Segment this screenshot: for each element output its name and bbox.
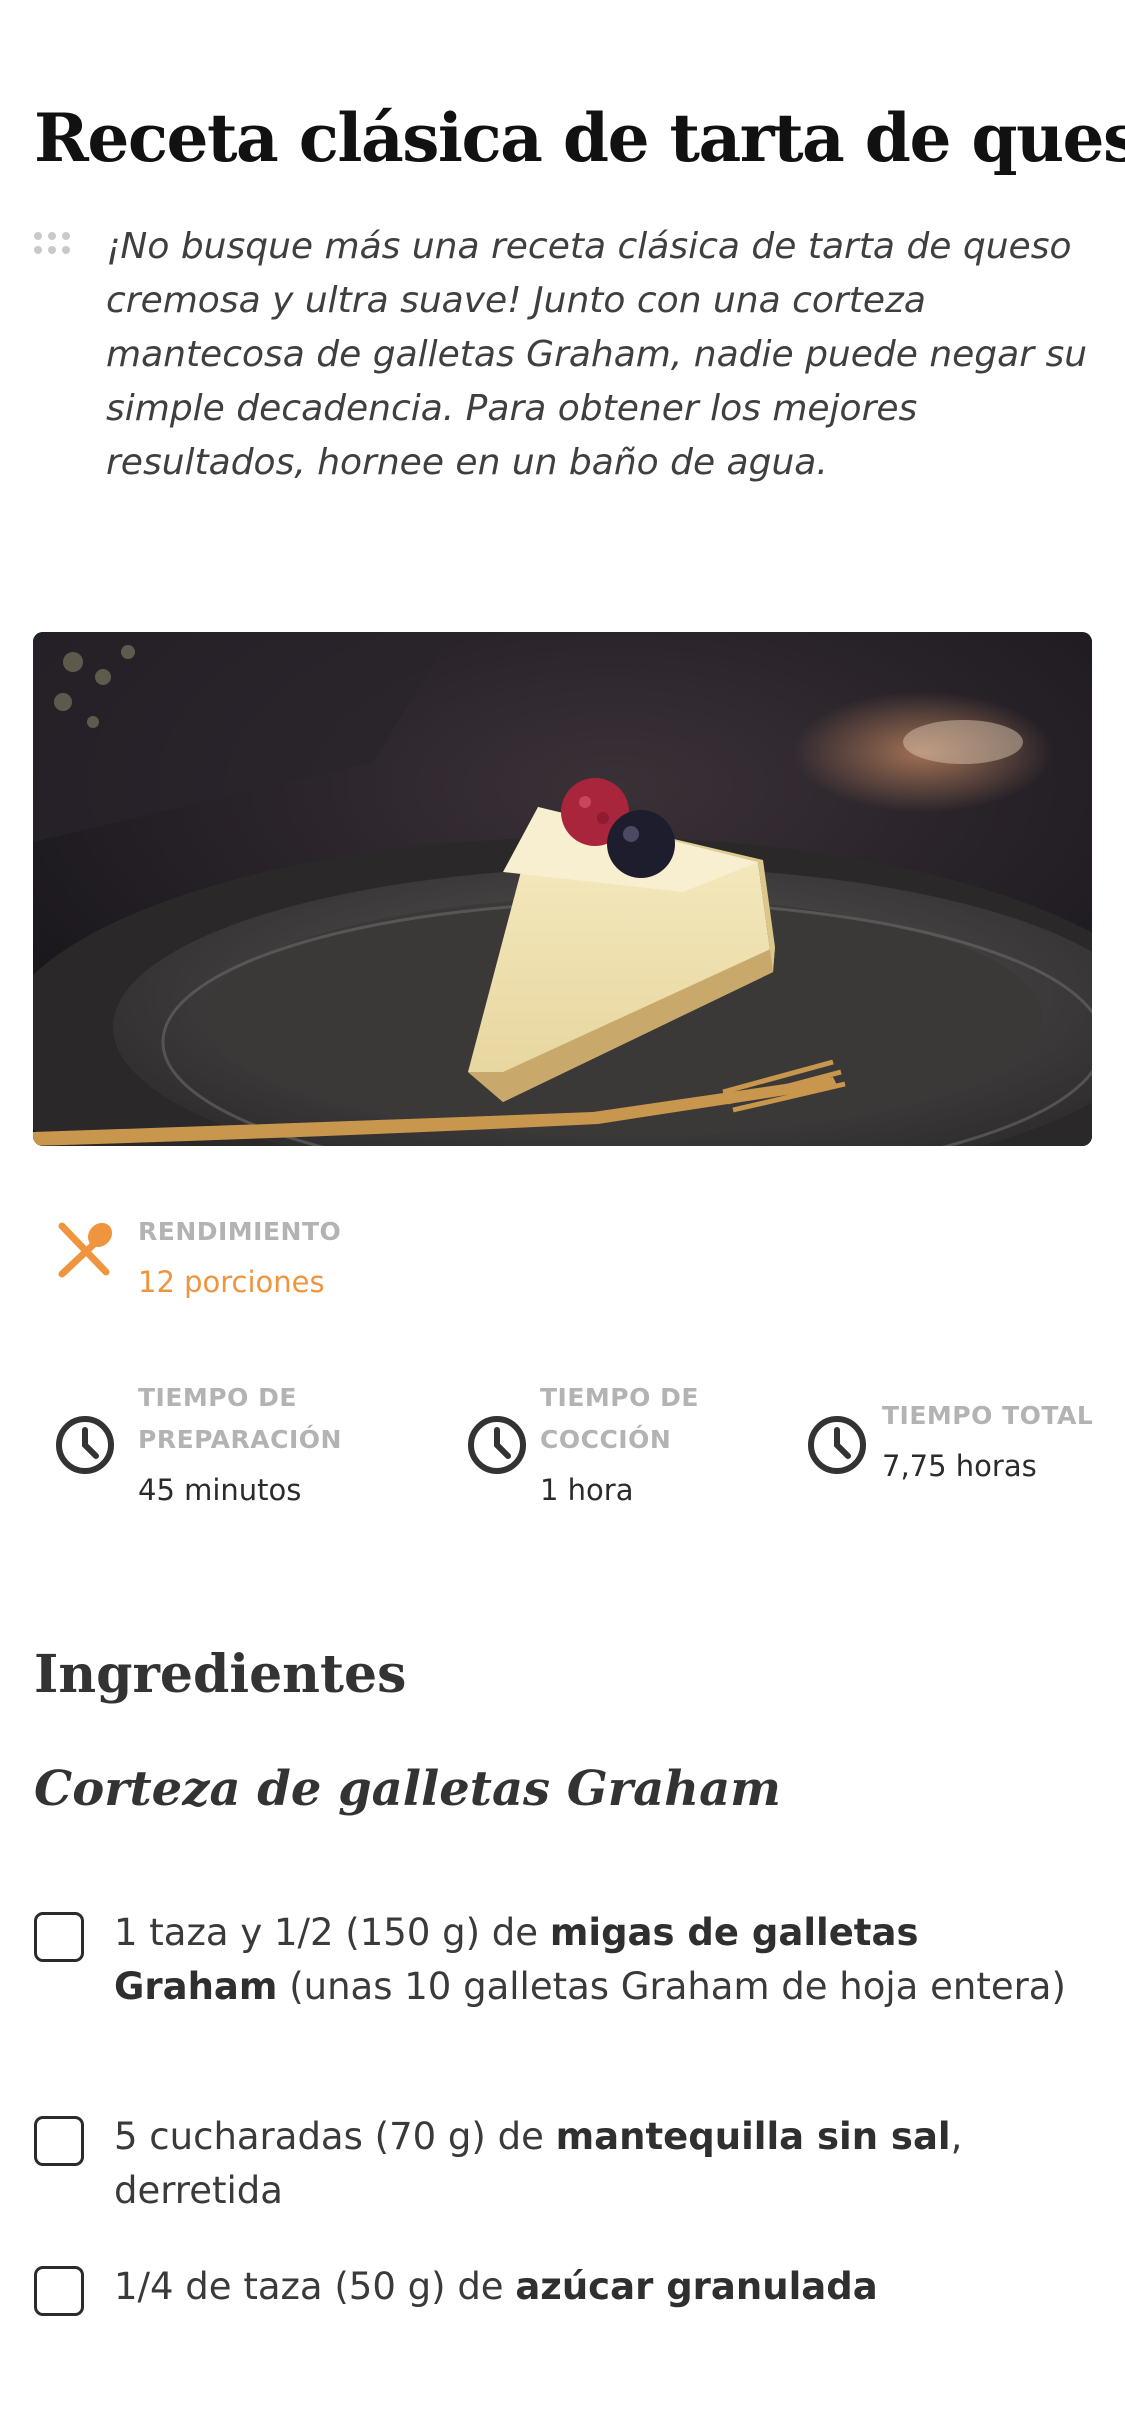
ingredient-text: 5 cucharadas (70 g) de mantequilla sin s… [114, 2110, 1094, 2218]
prep-time-label-1: TIEMPO DE [138, 1383, 297, 1412]
utensils-icon [58, 1222, 113, 1278]
clock-icon [468, 1416, 526, 1474]
ingredient-amount: 5 cucharadas (70 g) de [114, 2115, 556, 2158]
recipe-page: Receta clásica de tarta de queso ¡No bus… [0, 0, 1125, 2436]
total-time-value: 7,75 horas [882, 1449, 1037, 1483]
ingredients-heading: Ingredientes [34, 1644, 407, 1705]
clock-icon [808, 1416, 866, 1474]
ingredient-checkbox[interactable] [34, 1912, 84, 1962]
cheesecake-photo [33, 632, 1092, 1146]
recipe-description: ¡No busque más una receta clásica de tar… [106, 226, 1088, 483]
cook-time-value: 1 hora [540, 1473, 634, 1507]
ingredient-amount: 1/4 de taza (50 g) de [114, 2265, 516, 2308]
ingredient-group-title: Corteza de galletas Graham [34, 1761, 781, 1817]
cook-time-label-2: COCCIÓN [540, 1425, 672, 1454]
ingredient-text: 1 taza y 1/2 (150 g) de migas de galleta… [114, 1906, 1094, 2014]
ingredient-name: azúcar granulada [515, 2265, 878, 2308]
clock-icon [56, 1416, 114, 1474]
yield-value: 12 porciones [138, 1265, 325, 1299]
cook-time-label-1: TIEMPO DE [540, 1383, 699, 1412]
recipe-title: Receta clásica de tarta de queso [34, 99, 1125, 177]
total-time-label: TIEMPO TOTAL [882, 1401, 1094, 1430]
ingredient-checkbox[interactable] [34, 2116, 84, 2166]
ingredient-checkbox[interactable] [34, 2266, 84, 2316]
ingredient-amount: 1 taza y 1/2 (150 g) de [114, 1911, 550, 1954]
prep-time-value: 45 minutos [138, 1473, 302, 1507]
ingredient-text: 1/4 de taza (50 g) de azúcar granulada [114, 2260, 1094, 2314]
ingredient-note: (unas 10 galletas Graham de hoja entera) [277, 1965, 1066, 2008]
prep-time-label-2: PREPARACIÓN [138, 1425, 342, 1454]
ingredient-name: mantequilla sin sal [555, 2115, 951, 2158]
drag-handle-icon[interactable] [34, 232, 74, 256]
yield-label: RENDIMIENTO [138, 1217, 342, 1246]
